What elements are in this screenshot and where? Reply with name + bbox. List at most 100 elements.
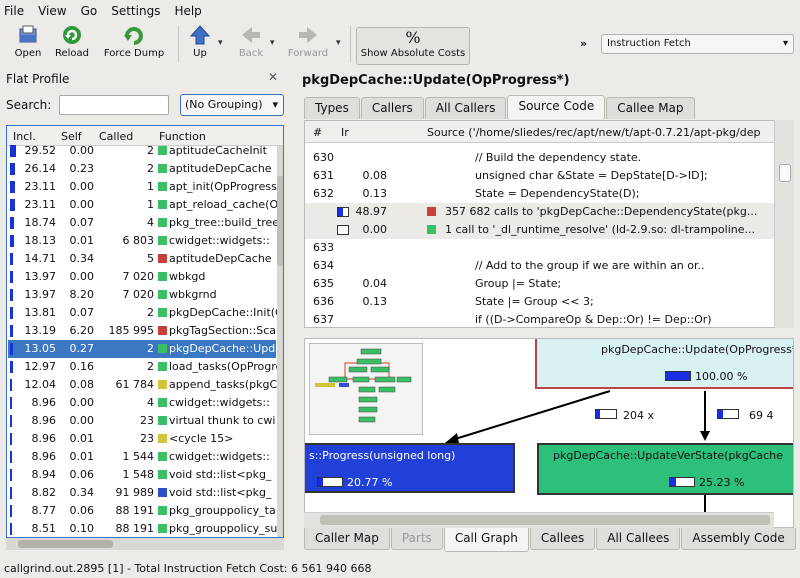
source-row[interactable]: 632 0.13 State = DependencyState(D);	[305, 185, 775, 203]
source-scrollbar[interactable]	[774, 120, 794, 328]
tab-parts[interactable]: Parts	[390, 528, 443, 550]
flat-profile-row[interactable]: 13.19 6.20 185 995 pkgTagSection::Scan	[8, 322, 283, 340]
col-source[interactable]: Source ('/home/sliedes/rec/apt/new/t/apt…	[427, 126, 760, 139]
menu-go[interactable]: Go	[81, 4, 98, 18]
scrollbar-thumb[interactable]	[18, 540, 113, 548]
cell-function: pkg_grouppolicy_ta	[169, 504, 276, 517]
scrollbar-thumb[interactable]	[779, 164, 791, 182]
cell-self: 0.08	[69, 378, 95, 391]
flat-profile-row[interactable]: 23.11 0.00 1 apt_reload_cache(Op	[8, 196, 283, 214]
flat-profile-row[interactable]: 12.97 0.16 2 load_tasks(OpProgre	[8, 358, 282, 376]
flat-profile-row[interactable]: 18.13 0.01 6 803 cwidget::widgets::	[8, 232, 276, 250]
close-icon[interactable]: ✕	[268, 70, 278, 84]
col-line[interactable]: #	[313, 126, 322, 139]
back-button[interactable]: Back	[236, 24, 266, 64]
up-button[interactable]: Up	[186, 24, 214, 64]
flat-profile-row[interactable]: 8.96 0.01 23 <cycle 15>	[8, 430, 276, 448]
source-code-view[interactable]: # Ir Source ('/home/sliedes/rec/apt/new/…	[304, 120, 794, 328]
flat-profile-row[interactable]: 18.74 0.07 4 pkg_tree::build_tree	[8, 214, 279, 232]
cell-incl: 23.11	[24, 180, 57, 193]
flat-profile-list[interactable]: Incl. Self Called Function 29.52 0.00 2 apt…	[6, 125, 284, 538]
force-dump-icon	[124, 27, 143, 45]
scrollbar-thumb[interactable]	[320, 515, 770, 525]
up-dropdown-icon[interactable]: ▾	[218, 38, 226, 48]
force-dump-button[interactable]: Force Dump	[102, 24, 166, 64]
tab-all-callees[interactable]: All Callees	[596, 528, 681, 550]
source-row[interactable]: 636 0.13 State |= Group << 3;	[305, 293, 775, 311]
tab-callees[interactable]: Callees	[529, 528, 596, 550]
source-row[interactable]: 634 // Add to the group if we are within …	[305, 257, 775, 275]
menu-file[interactable]: File	[4, 4, 24, 18]
toolbar-overflow-chevron[interactable]: »	[580, 37, 587, 50]
tab-assembly-code[interactable]: Assembly Code	[681, 528, 796, 550]
tab-callee-map[interactable]: Callee Map	[606, 97, 695, 119]
flat-profile-row[interactable]: 23.11 0.00 1 apt_init(OpProgress	[8, 178, 277, 196]
graph-hscrollbar[interactable]	[304, 512, 774, 528]
flat-profile-row[interactable]: 8.94 0.06 1 548 void std::list<pkg_	[8, 466, 276, 484]
source-row[interactable]: 631 0.08 unsigned char &State = DepState[D…	[305, 167, 775, 185]
tab-types[interactable]: Types	[304, 97, 360, 119]
cost-color-swatch	[158, 200, 167, 209]
menu-help[interactable]: Help	[174, 4, 201, 18]
flat-profile-row[interactable]: 13.97 8.20 7 020 wbkgrnd	[8, 286, 276, 304]
source-row[interactable]: 633	[305, 239, 775, 257]
col-ir[interactable]: Ir	[341, 126, 349, 139]
menu-view[interactable]: View	[38, 4, 66, 18]
flat-profile-row[interactable]: 8.96 0.01 1 544 cwidget::widgets::	[8, 448, 276, 466]
flat-profile-row[interactable]: 29.52 0.00 2 aptitudeCacheInit	[8, 142, 276, 160]
tab-callers[interactable]: Callers	[360, 97, 424, 119]
call-graph-view[interactable]: pkgDepCache::Update(OpProgress*) 100.00 …	[304, 338, 794, 528]
flat-profile-row[interactable]: 13.97 0.00 7 020 wbkgd	[8, 268, 276, 286]
flat-profile-row[interactable]: 13.05 0.27 2 pkgDepCache::Update	[8, 340, 283, 358]
flat-profile-row[interactable]: 8.51 0.10 88 191 pkg_grouppolicy_su	[8, 520, 278, 537]
cost-color-swatch	[158, 506, 167, 515]
scrollbar-thumb[interactable]	[277, 176, 283, 266]
cell-incl: 29.52	[24, 144, 57, 157]
flat-profile-row[interactable]: 13.81 0.07 2 pkgDepCache::Init(Op	[8, 304, 283, 322]
graph-node-progress-pct: 20.77 %	[347, 476, 393, 489]
graph-node-progress[interactable]: s::Progress(unsigned long) 20.77 %	[305, 443, 515, 493]
source-row[interactable]: 635 0.04 Group |= State;	[305, 275, 775, 293]
open-button[interactable]: Open	[10, 24, 46, 64]
flat-profile-row[interactable]: 8.96 0.00 4 cwidget::widgets::	[8, 394, 276, 412]
menu-settings[interactable]: Settings	[111, 4, 160, 18]
flat-profile-row[interactable]: 8.77 0.06 88 191 pkg_grouppolicy_ta	[8, 502, 276, 520]
reload-button[interactable]: Reload	[52, 24, 92, 64]
cell-code: 357 682 calls to 'pkgDepCache::Dependenc…	[445, 205, 758, 218]
source-call-row[interactable]: 48.97 357 682 calls to 'pkgDepCache::Depe…	[305, 203, 775, 221]
flat-profile-row[interactable]: 8.82 0.34 91 989 void std::list<pkg_	[8, 484, 276, 502]
tab-caller-map[interactable]: Caller Map	[304, 528, 390, 550]
source-row[interactable]: 637 if ((D->CompareOp & Dep::Or) != Dep::…	[305, 311, 775, 327]
cell-incl: 12.04	[24, 378, 57, 391]
cost-color-swatch	[158, 488, 167, 497]
event-type-select[interactable]: Instruction Fetch ▾	[601, 34, 794, 54]
forward-dropdown-icon[interactable]: ▾	[336, 38, 344, 48]
flat-scrollbar[interactable]	[277, 146, 283, 537]
source-row[interactable]: 630 // Build the dependency state.	[305, 149, 775, 167]
cell-function: pkg_grouppolicy_su	[169, 522, 278, 535]
cost-color-swatch	[158, 254, 167, 263]
show-absolute-costs-button[interactable]: % Show Absolute Costs	[356, 27, 470, 65]
back-dropdown-icon[interactable]: ▾	[270, 38, 278, 48]
flat-hscrollbar[interactable]	[6, 538, 284, 550]
cell-incl: 8.77	[31, 504, 57, 517]
search-input[interactable]	[59, 95, 169, 115]
flat-profile-row[interactable]: 12.04 0.08 61 784 append_tasks(pkgCa	[8, 376, 283, 394]
flat-profile-row[interactable]: 14.71 0.34 5 aptitudeDepCache	[8, 250, 276, 268]
graph-node-updateverstate[interactable]: pkgDepCache::UpdateVerState(pkgCache 25.…	[537, 443, 793, 495]
grouping-select[interactable]: (No Grouping) ▾	[180, 94, 284, 116]
tab-source-code[interactable]: Source Code	[507, 95, 606, 119]
cell-line: 632	[313, 187, 334, 200]
reload-label: Reload	[54, 48, 90, 59]
tab-all-callers[interactable]: All Callers	[424, 97, 507, 119]
tab-call-graph[interactable]: Call Graph	[443, 528, 529, 552]
source-call-row[interactable]: 0.00 1 call to '_dl_runtime_resolve' (ld-…	[305, 221, 775, 239]
cell-self: 0.07	[69, 216, 95, 229]
event-type-value: Instruction Fetch	[607, 38, 691, 49]
forward-button[interactable]: Forward	[286, 24, 330, 64]
chevron-down-icon: ▾	[782, 38, 788, 49]
flat-profile-row[interactable]: 8.96 0.00 23 virtual thunk to cwi	[8, 412, 276, 430]
cell-function: aptitudeCacheInit	[169, 144, 267, 157]
cell-line: 637	[313, 313, 334, 326]
flat-profile-row[interactable]: 26.14 0.23 2 aptitudeDepCache	[8, 160, 276, 178]
